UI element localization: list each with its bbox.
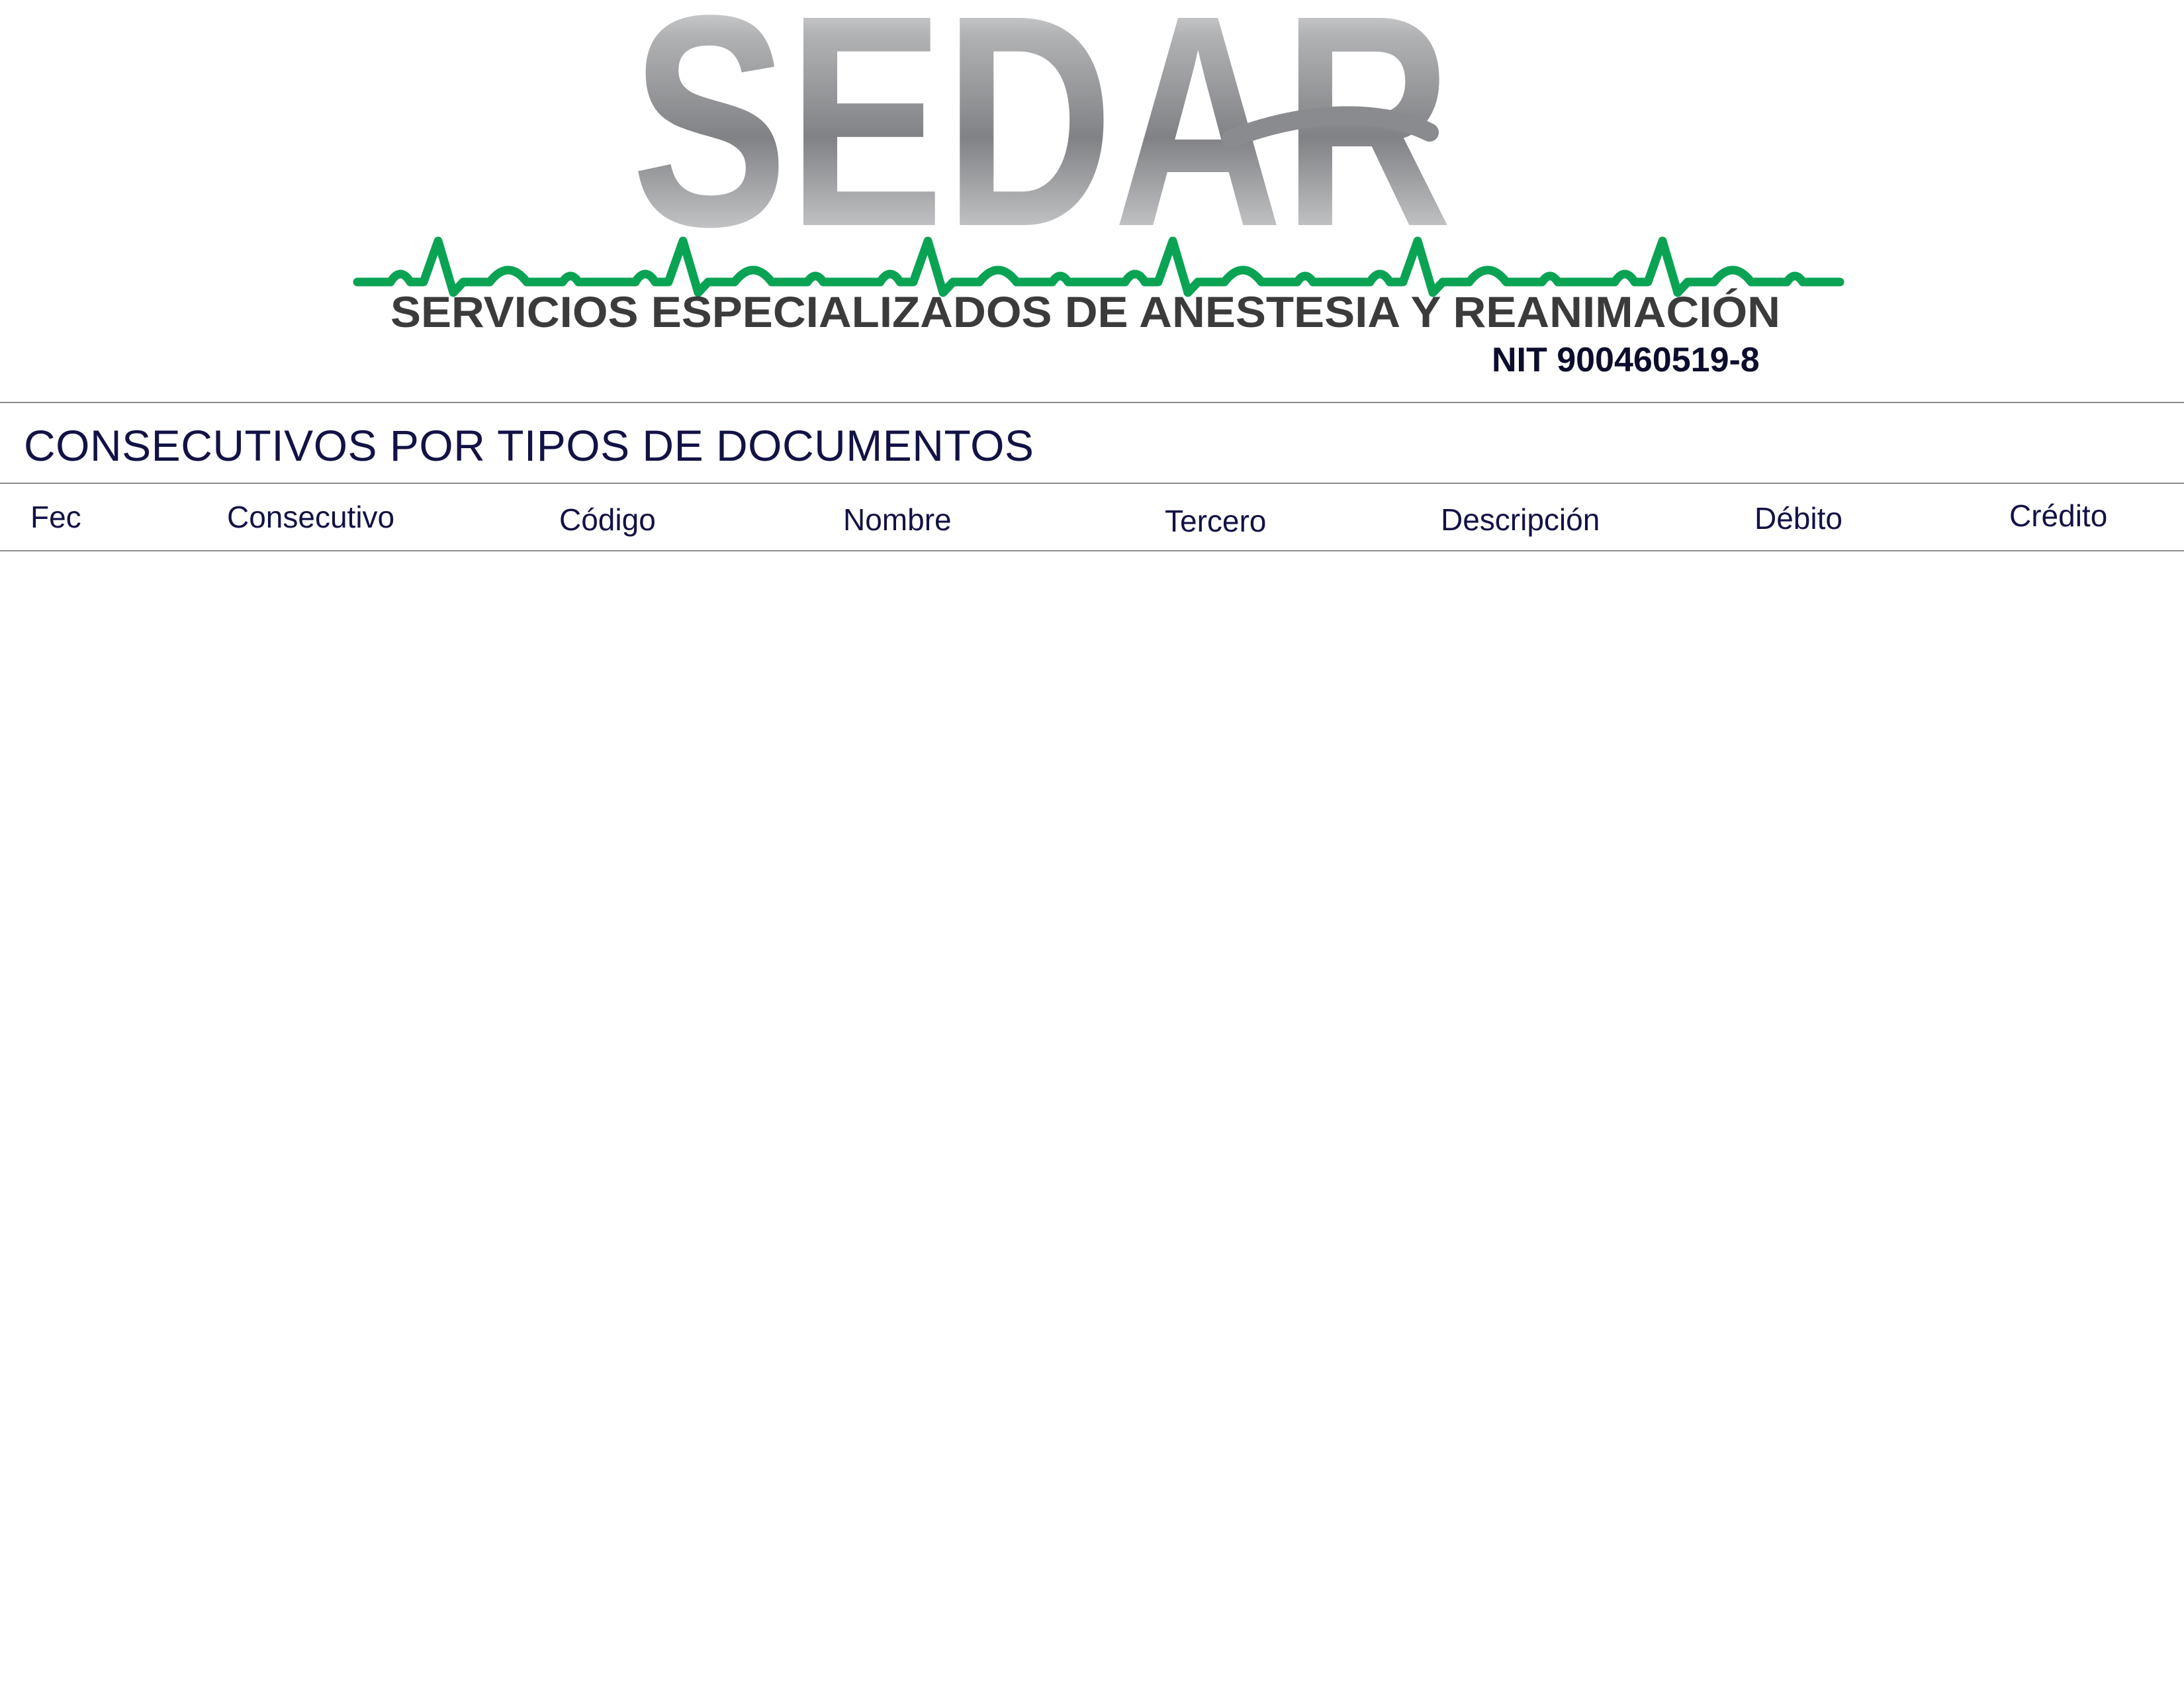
column-header-descripcion: Descripción xyxy=(1441,502,1600,537)
column-header-credito: Crédito xyxy=(2009,498,2108,533)
company-nit: NIT 900460519-8 xyxy=(1492,341,1760,379)
header-divider-top xyxy=(0,483,2184,484)
column-header-fec: Fec xyxy=(30,500,81,534)
top-divider xyxy=(0,402,2184,403)
column-header-consecutivo: Consecutivo xyxy=(227,500,395,534)
column-header-nombre: Nombre xyxy=(843,502,952,537)
report-title: CONSECUTIVOS POR TIPOS DE DOCUMENTOS xyxy=(24,421,1034,470)
logo-tagline: SERVICIOS ESPECIALIZADOS DE ANESTESIA Y … xyxy=(390,287,1780,336)
column-header-debito: Débito xyxy=(1754,501,1843,536)
report-header: SEDAR SERVICIOS ESPECIALIZADOS DE ANESTE… xyxy=(0,0,2184,400)
column-header-tercero: Tercero xyxy=(1165,504,1267,538)
logo-wordmark: SEDAR xyxy=(631,0,1452,289)
header-divider-bottom xyxy=(0,550,2184,551)
column-header-codigo: Código xyxy=(559,502,656,537)
sedar-logo: SEDAR SERVICIOS ESPECIALIZADOS DE ANESTE… xyxy=(353,0,1844,336)
